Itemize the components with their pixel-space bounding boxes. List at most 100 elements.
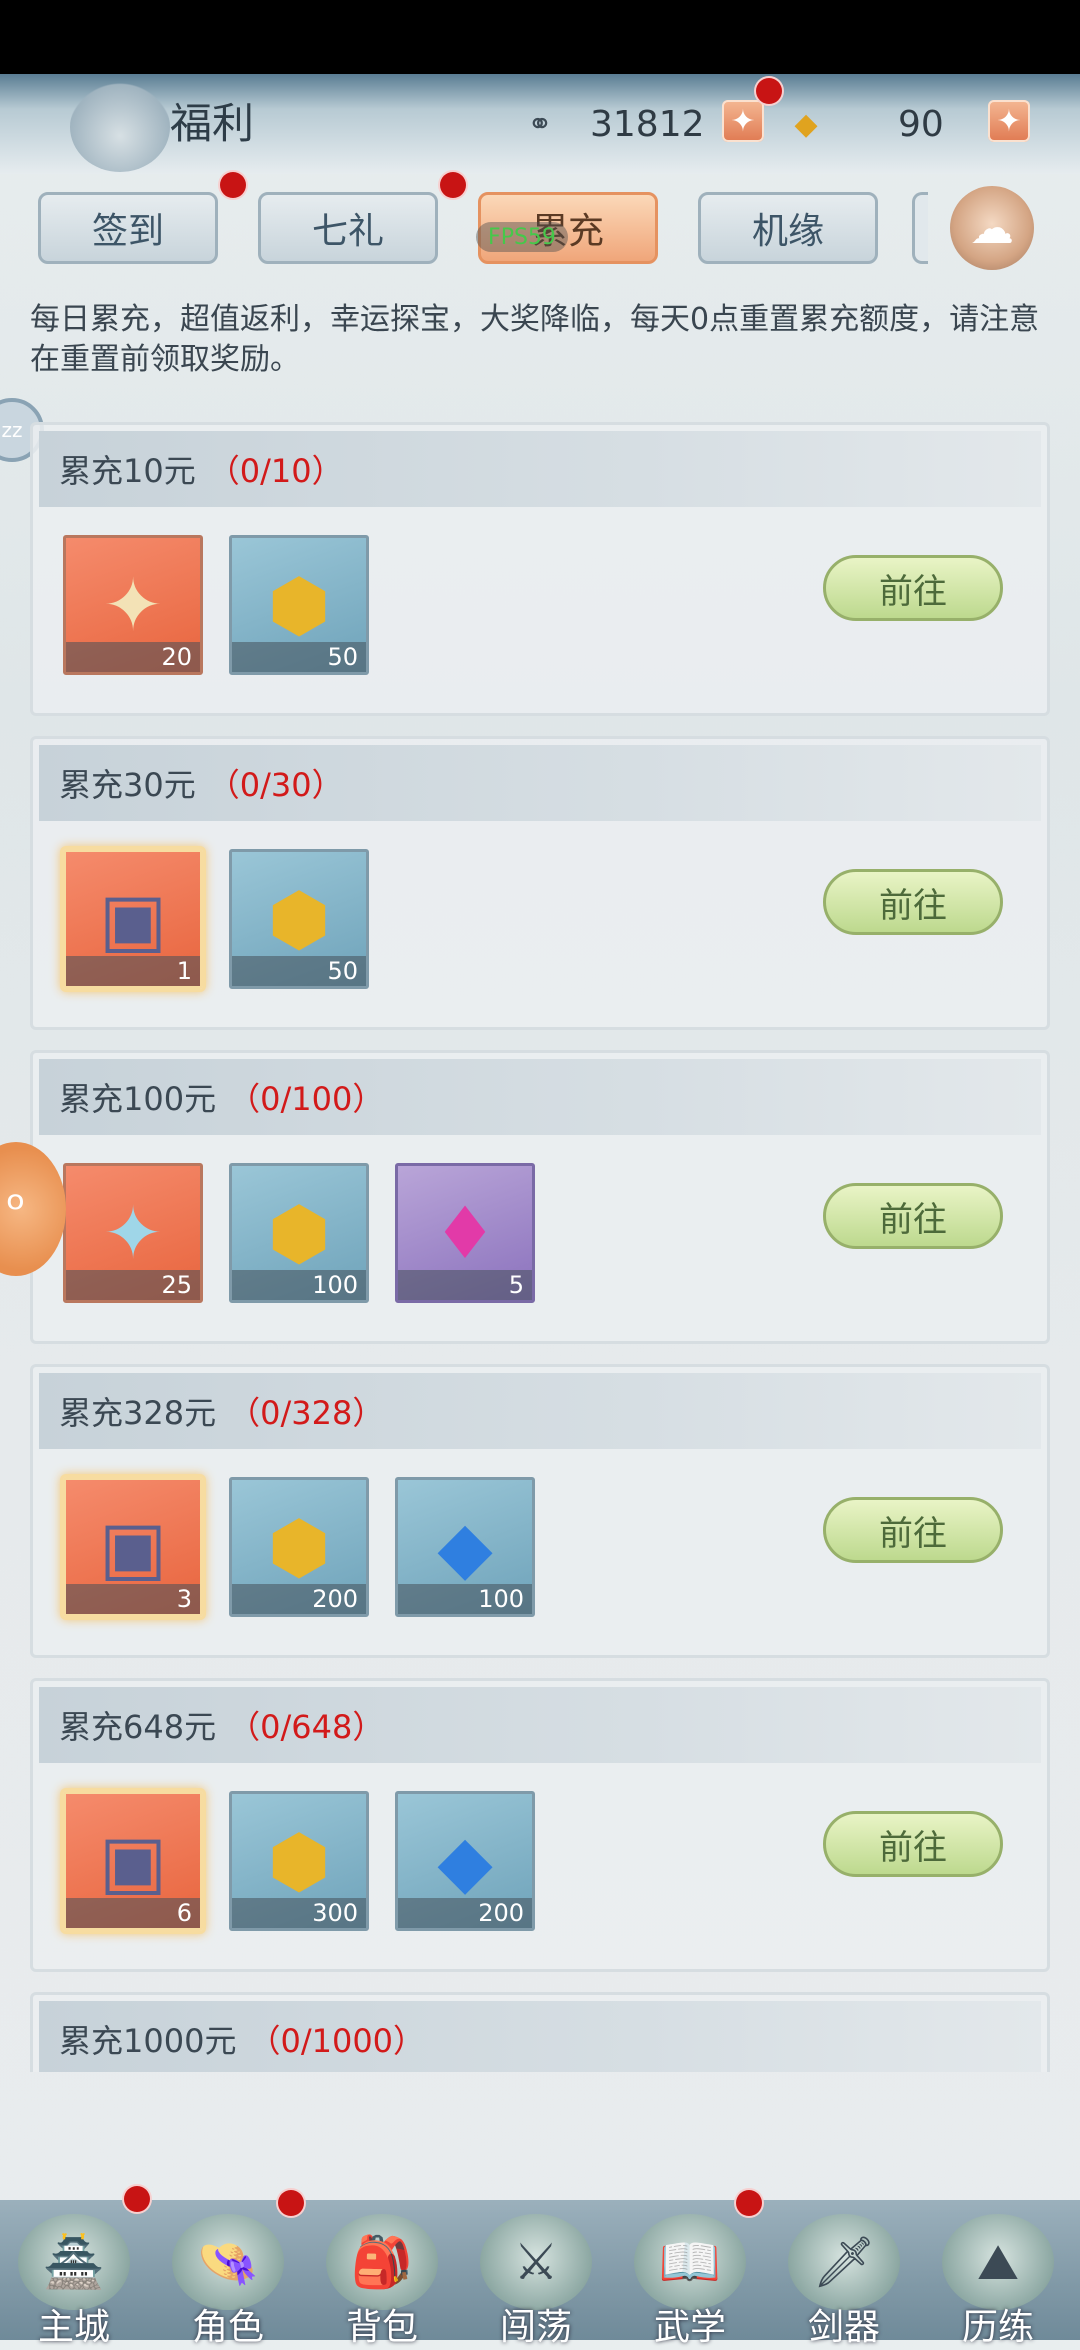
- nav-label: 闯荡: [499, 2307, 572, 2348]
- item-count: 6: [66, 1898, 200, 1928]
- reward-item[interactable]: ⬢ 50: [229, 849, 369, 989]
- gold-ingot-icon: ◆: [794, 106, 818, 142]
- go-button[interactable]: 前往: [823, 555, 1003, 621]
- reward-item[interactable]: ⬢ 200: [229, 1477, 369, 1617]
- crossed-swords-icon: ⚔: [480, 2214, 592, 2310]
- coin-icon: ⚭: [527, 106, 553, 142]
- go-button[interactable]: 前往: [823, 869, 1003, 935]
- card-progress: （0/648）: [228, 1708, 385, 1746]
- header: 福利 ⚭ 31812 ✦ ◆ 90 ✦: [0, 74, 1080, 174]
- card-header: 累充100元 （0/100）: [39, 1059, 1041, 1135]
- character-icon: 👒: [172, 2214, 284, 2310]
- card-progress: （0/10）: [207, 452, 344, 490]
- backpack-icon: 🎒: [326, 2214, 438, 2310]
- header-emblem-icon: [70, 82, 170, 172]
- reward-item[interactable]: ◆ 200: [395, 1791, 535, 1931]
- card-title: 累充648元: [59, 1708, 217, 1746]
- item-count: 300: [232, 1898, 366, 1928]
- item-count: 100: [398, 1584, 532, 1614]
- nav-main-city[interactable]: 🏯 主城: [4, 2214, 144, 2348]
- notification-dot: [220, 172, 246, 198]
- card-progress: （0/328）: [228, 1394, 385, 1432]
- reward-card: 累充10元 （0/10） ✦ 20 ⬢ 50 前往: [30, 422, 1050, 716]
- reward-item[interactable]: ▣ 6: [63, 1791, 203, 1931]
- nav-label: 剑器: [807, 2307, 880, 2348]
- nav-character[interactable]: 👒 角色: [158, 2214, 298, 2348]
- event-description: 每日累充，超值返利，幸运探宝，大奖降临，每天0点重置累充额度，请注意在重置前领取…: [30, 302, 1040, 377]
- sword-icon: 🗡: [788, 2214, 900, 2310]
- notification-dot: [278, 2190, 304, 2216]
- coin-currency: ⚭ 31812: [520, 98, 705, 150]
- item-count: 3: [66, 1584, 200, 1614]
- go-button[interactable]: 前往: [823, 1497, 1003, 1563]
- card-header: 累充10元 （0/10）: [39, 431, 1041, 507]
- status-bar: [0, 0, 1080, 74]
- notification-dot: [440, 172, 466, 198]
- item-count: 100: [232, 1270, 366, 1300]
- reward-item[interactable]: ◆ 100: [395, 1477, 535, 1617]
- reward-item[interactable]: ✦ 25: [63, 1163, 203, 1303]
- card-header: 累充648元 （0/648）: [39, 1687, 1041, 1763]
- add-gold-button[interactable]: ✦: [988, 100, 1030, 142]
- nav-martial-arts[interactable]: 📖 武学: [620, 2214, 760, 2348]
- nav-backpack[interactable]: 🎒 背包: [312, 2214, 452, 2348]
- reward-item[interactable]: ▣ 3: [63, 1477, 203, 1617]
- cloud-swirl-icon: ☁: [970, 202, 1014, 254]
- item-count: 50: [232, 642, 366, 672]
- card-title: 累充100元: [59, 1080, 217, 1118]
- card-title: 累充328元: [59, 1394, 217, 1432]
- reward-item[interactable]: ✦ 20: [63, 535, 203, 675]
- item-count: 5: [398, 1270, 532, 1300]
- item-count: 25: [66, 1270, 200, 1300]
- bottom-nav: 🏯 主城 👒 角色 🎒 背包 ⚔ 闯荡 📖 武学 🗡 剑器 ⛰ 历练: [0, 2186, 1080, 2348]
- reward-item[interactable]: ⬢ 50: [229, 535, 369, 675]
- add-coins-button[interactable]: ✦: [722, 100, 764, 142]
- nav-label: 主城: [37, 2307, 110, 2348]
- reward-item[interactable]: ▣ 1: [63, 849, 203, 989]
- sleep-icon: zz: [1, 418, 23, 442]
- gold-value: 90: [898, 103, 944, 145]
- tab-seven-gifts[interactable]: 七礼: [258, 192, 438, 264]
- city-icon: 🏯: [18, 2214, 130, 2310]
- card-title: 累充30元: [59, 766, 196, 804]
- tab-more[interactable]: [912, 192, 928, 264]
- card-title: 累充10元: [59, 452, 196, 490]
- mountain-icon: ⛰: [942, 2214, 1054, 2310]
- notification-dot: [756, 78, 782, 104]
- item-count: 200: [232, 1584, 366, 1614]
- nav-training[interactable]: ⛰ 历练: [928, 2214, 1068, 2348]
- reward-card: 累充328元 （0/328） ▣ 3 ⬢ 200 ◆ 100 前往: [30, 1364, 1050, 1658]
- reward-card: 累充648元 （0/648） ▣ 6 ⬢ 300 ◆ 200 前往: [30, 1678, 1050, 1972]
- cloud-menu-button[interactable]: ☁: [950, 186, 1034, 270]
- card-header: 累充1000元 （0/1000）: [39, 2001, 1041, 2072]
- tab-fortune[interactable]: 机缘: [698, 192, 878, 264]
- gold-currency: ◆ 90: [786, 98, 944, 150]
- card-header: 累充30元 （0/30）: [39, 745, 1041, 821]
- coin-value: 31812: [590, 103, 705, 145]
- nav-label: 历练: [961, 2307, 1034, 2348]
- go-button[interactable]: 前往: [823, 1183, 1003, 1249]
- nav-adventure[interactable]: ⚔ 闯荡: [466, 2214, 606, 2348]
- reward-list: 累充10元 （0/10） ✦ 20 ⬢ 50 前往 累充30元 （0/30） ▣…: [30, 422, 1050, 2072]
- tab-signin[interactable]: 签到: [38, 192, 218, 264]
- go-button[interactable]: 前往: [823, 1811, 1003, 1877]
- card-progress: （0/100）: [228, 1080, 385, 1118]
- nav-weapons[interactable]: 🗡 剑器: [774, 2214, 914, 2348]
- item-count: 50: [232, 956, 366, 986]
- item-count: 200: [398, 1898, 532, 1928]
- nav-label: 角色: [191, 2307, 264, 2348]
- card-header: 累充328元 （0/328）: [39, 1373, 1041, 1449]
- notification-dot: [736, 2190, 762, 2216]
- item-count: 1: [66, 956, 200, 986]
- reward-item[interactable]: ⬢ 100: [229, 1163, 369, 1303]
- nav-label: 背包: [345, 2307, 418, 2348]
- nav-label: 武学: [653, 2307, 726, 2348]
- page-title: 福利: [170, 99, 255, 148]
- card-progress: （0/1000）: [248, 2022, 426, 2060]
- reward-card: 累充1000元 （0/1000）: [30, 1992, 1050, 2072]
- notification-dot: [124, 2186, 150, 2212]
- reward-item[interactable]: ⬢ 300: [229, 1791, 369, 1931]
- reward-item[interactable]: ♦ 5: [395, 1163, 535, 1303]
- card-title: 累充1000元: [59, 2022, 237, 2060]
- martial-book-icon: 📖: [634, 2214, 746, 2310]
